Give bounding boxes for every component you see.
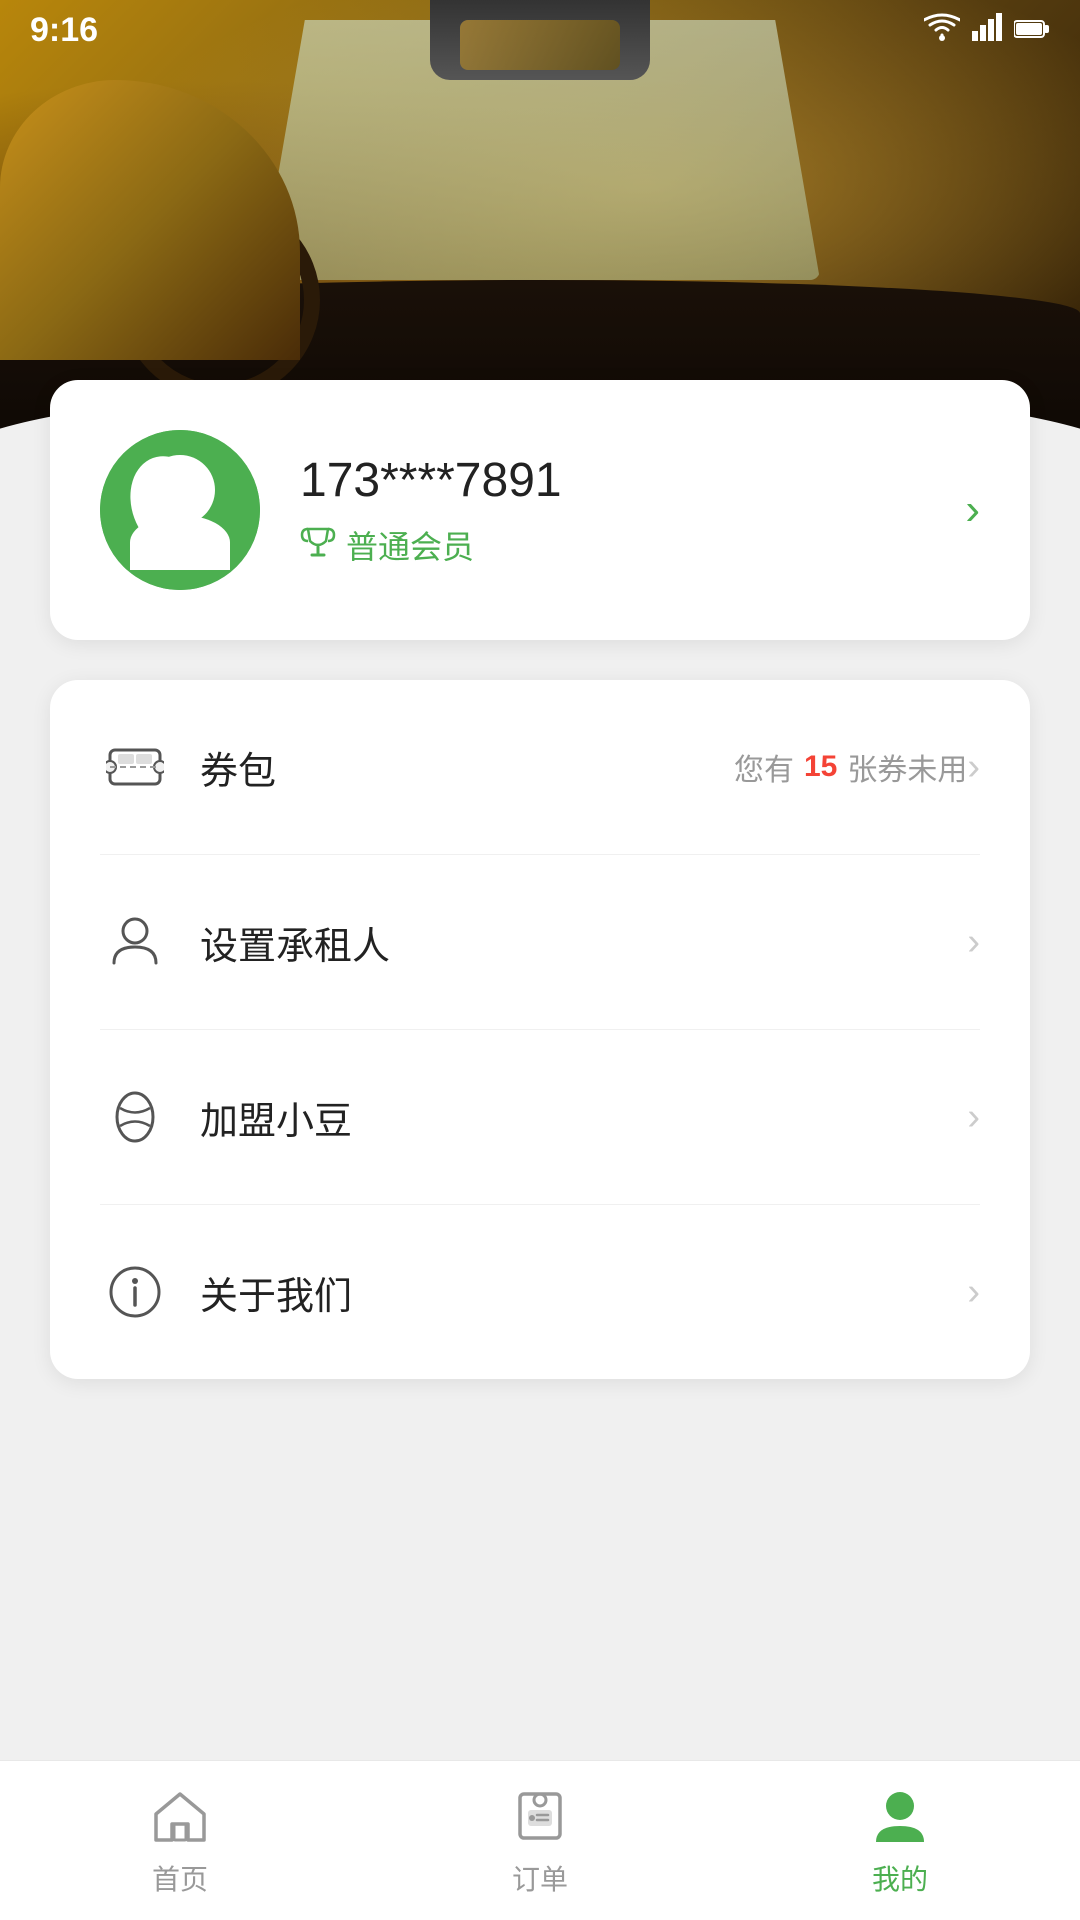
about-label: 关于我们 (200, 1265, 967, 1320)
profile-info: 173****7891 普通会员 (300, 453, 925, 568)
coupon-suffix: 张券未用 (847, 745, 967, 789)
profile-card[interactable]: 173****7891 普通会员 › (50, 380, 1030, 640)
coupon-label: 券包 (200, 740, 734, 795)
menu-item-coupon[interactable]: 券包 您有 15 张券未用 › (100, 680, 980, 855)
person-icon (100, 907, 170, 977)
coupon-count: 15 (804, 750, 837, 784)
avatar (100, 430, 260, 590)
profile-phone: 173****7891 (300, 453, 925, 508)
coupon-right: 您有 15 张券未用 (734, 745, 967, 789)
signal-icon (972, 13, 1002, 48)
bean-label: 加盟小豆 (200, 1090, 967, 1145)
wifi-icon (924, 13, 960, 48)
nav-item-mine[interactable]: 我的 (720, 1784, 1080, 1898)
info-icon (100, 1257, 170, 1327)
order-icon (508, 1784, 572, 1848)
profile-member: 普通会员 (300, 522, 925, 568)
menu-item-bean[interactable]: 加盟小豆 › (100, 1030, 980, 1205)
status-bar: 9:16 (0, 0, 1080, 60)
mine-icon (868, 1784, 932, 1848)
status-icons (924, 13, 1050, 48)
profile-arrow[interactable]: › (965, 485, 980, 535)
nav-item-home[interactable]: 首页 (0, 1784, 360, 1898)
bean-chevron: › (967, 1096, 980, 1139)
home-icon (148, 1784, 212, 1848)
nav-home-label: 首页 (152, 1858, 208, 1898)
renter-label: 设置承租人 (200, 915, 967, 970)
battery-icon (1014, 14, 1050, 46)
coupon-chevron: › (967, 746, 980, 789)
menu-card: 券包 您有 15 张券未用 › 设置承租人 › 加盟小豆 › (50, 680, 1030, 1379)
nav-mine-label: 我的 (872, 1858, 928, 1898)
bottom-nav: 首页 订单 我的 (0, 1760, 1080, 1920)
about-chevron: › (967, 1271, 980, 1314)
renter-chevron: › (967, 921, 980, 964)
coupon-icon (100, 732, 170, 802)
menu-item-renter[interactable]: 设置承租人 › (100, 855, 980, 1030)
status-time: 9:16 (30, 11, 98, 50)
nav-order-label: 订单 (512, 1858, 568, 1898)
coupon-prefix: 您有 (734, 745, 794, 789)
bean-icon (100, 1082, 170, 1152)
trophy-icon (300, 523, 336, 567)
menu-item-about[interactable]: 关于我们 › (100, 1205, 980, 1379)
member-label: 普通会员 (346, 522, 474, 568)
nav-item-order[interactable]: 订单 (360, 1784, 720, 1898)
